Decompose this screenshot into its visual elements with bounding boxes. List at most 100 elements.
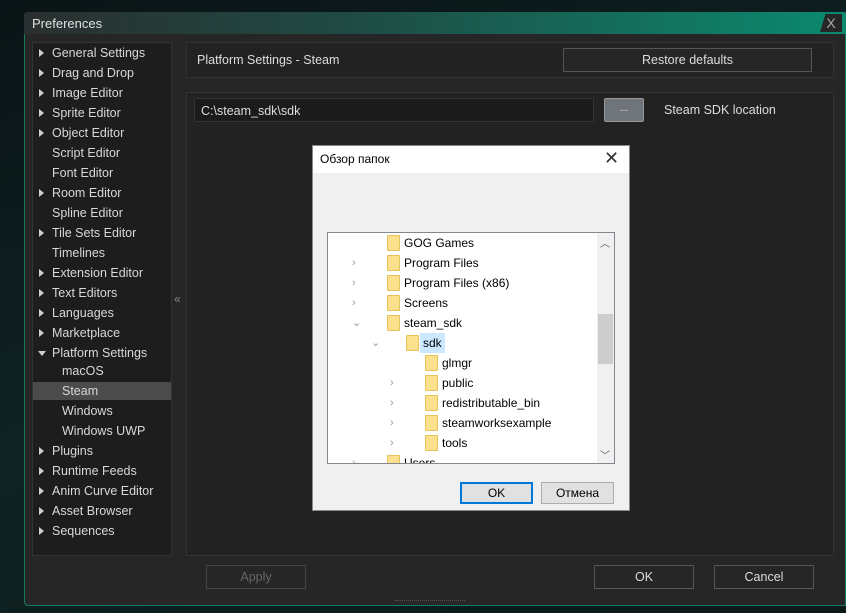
- expand-chevron-icon[interactable]: ›: [390, 433, 402, 453]
- sidebar-item-label: Spline Editor: [52, 206, 123, 220]
- ok-button[interactable]: OK: [594, 565, 694, 589]
- collapse-sidebar-button[interactable]: «: [174, 292, 181, 306]
- caret-down-icon[interactable]: [38, 351, 46, 356]
- folder-tree-item[interactable]: › redistributable_bin: [328, 393, 598, 413]
- sidebar-item[interactable]: Extension Editor: [33, 264, 171, 282]
- folder-label: Screens: [404, 296, 449, 310]
- folder-tree-item[interactable]: › Users: [328, 453, 598, 464]
- resize-grip[interactable]: [395, 600, 465, 603]
- sidebar-item-label: Font Editor: [52, 166, 114, 180]
- sidebar-item[interactable]: Marketplace: [33, 324, 171, 342]
- sidebar-item[interactable]: Script Editor: [33, 144, 171, 162]
- folder-tree-item[interactable]: › tools: [328, 433, 598, 453]
- sidebar-item-label: Platform Settings: [52, 346, 148, 360]
- sidebar-item[interactable]: Tile Sets Editor: [33, 224, 171, 242]
- expand-chevron-icon[interactable]: ›: [390, 373, 402, 393]
- window-title: Preferences: [24, 12, 846, 34]
- sidebar-item-label: Object Editor: [52, 126, 125, 140]
- sidebar-item[interactable]: Anim Curve Editor: [33, 482, 171, 500]
- caret-right-icon[interactable]: [39, 269, 44, 277]
- expand-chevron-icon[interactable]: ›: [390, 413, 402, 433]
- sidebar-item[interactable]: Runtime Feeds: [33, 462, 171, 480]
- browse-button[interactable]: ...: [604, 98, 644, 122]
- scrollbar-thumb[interactable]: [598, 314, 613, 364]
- caret-right-icon[interactable]: [39, 129, 44, 137]
- folder-tree-item[interactable]: › Program Files (x86): [328, 273, 598, 293]
- sidebar-item-label: General Settings: [52, 46, 146, 60]
- cancel-button[interactable]: Cancel: [714, 565, 814, 589]
- sidebar-item[interactable]: Languages: [33, 304, 171, 322]
- folder-icon: [387, 255, 400, 271]
- expand-chevron-icon[interactable]: ›: [352, 453, 364, 463]
- dialog-ok-button[interactable]: OK: [460, 482, 533, 504]
- sidebar-item[interactable]: Windows: [33, 402, 171, 420]
- folder-label: steam_sdk: [404, 316, 463, 330]
- folder-label: Users: [404, 456, 436, 464]
- sidebar-item[interactable]: Spline Editor: [33, 204, 171, 222]
- scroll-up-icon[interactable]: ︿: [600, 235, 610, 250]
- restore-defaults-button[interactable]: Restore defaults: [563, 48, 812, 72]
- folder-tree-item[interactable]: ⌄ steam_sdk: [328, 313, 598, 333]
- scroll-down-icon[interactable]: ﹀: [600, 447, 610, 462]
- sidebar-item[interactable]: Platform Settings: [33, 344, 171, 362]
- folder-icon: [425, 375, 438, 391]
- expand-chevron-icon[interactable]: ›: [390, 393, 402, 413]
- folder-tree-item[interactable]: › Program Files: [328, 253, 598, 273]
- caret-right-icon[interactable]: [39, 229, 44, 237]
- sidebar-item[interactable]: Drag and Drop: [33, 64, 171, 82]
- sidebar-item[interactable]: Sequences: [33, 522, 171, 540]
- collapse-chevron-icon[interactable]: ⌄: [352, 313, 364, 333]
- folder-tree-item[interactable]: › public: [328, 373, 598, 393]
- sidebar-item[interactable]: Sprite Editor: [33, 104, 171, 122]
- caret-right-icon[interactable]: [39, 189, 44, 197]
- sidebar-item[interactable]: Asset Browser: [33, 502, 171, 520]
- sidebar-item[interactable]: Windows UWP: [33, 422, 171, 440]
- folder-icon: [387, 275, 400, 291]
- expand-chevron-icon[interactable]: ›: [352, 293, 364, 313]
- sidebar-item[interactable]: Text Editors: [33, 284, 171, 302]
- sidebar-item-label: Script Editor: [52, 146, 121, 160]
- sidebar-item[interactable]: macOS: [33, 362, 171, 380]
- caret-right-icon[interactable]: [39, 89, 44, 97]
- caret-right-icon[interactable]: [39, 447, 44, 455]
- dialog-cancel-button[interactable]: Отмена: [541, 482, 614, 504]
- sidebar-item[interactable]: Steam: [33, 382, 171, 400]
- sidebar-item[interactable]: Font Editor: [33, 164, 171, 182]
- sidebar-item-label: Steam: [62, 384, 99, 398]
- sidebar-item[interactable]: Image Editor: [33, 84, 171, 102]
- sidebar-item[interactable]: Object Editor: [33, 124, 171, 142]
- collapse-chevron-icon[interactable]: ⌄: [371, 333, 383, 353]
- sidebar-item[interactable]: General Settings: [33, 44, 171, 62]
- folder-tree[interactable]: GOG Games › Program Files › Program Files (x…: [327, 232, 615, 464]
- apply-button[interactable]: Apply: [206, 565, 306, 589]
- caret-right-icon[interactable]: [39, 487, 44, 495]
- expand-chevron-icon[interactable]: ›: [352, 273, 364, 293]
- folder-tree-item[interactable]: › Screens: [328, 293, 598, 313]
- expand-chevron-icon[interactable]: ›: [352, 253, 364, 273]
- caret-right-icon[interactable]: [39, 69, 44, 77]
- folder-tree-item[interactable]: ⌄ sdk: [328, 333, 598, 353]
- folder-tree-item[interactable]: GOG Games: [328, 233, 598, 253]
- folder-label: tools: [442, 436, 468, 450]
- folder-tree-item[interactable]: › steamworksexample: [328, 413, 598, 433]
- sdk-path-input[interactable]: C:\steam_sdk\sdk: [194, 98, 594, 122]
- sidebar-item-label: Asset Browser: [52, 504, 133, 518]
- caret-right-icon[interactable]: [39, 527, 44, 535]
- folder-tree-item[interactable]: glmgr: [328, 353, 598, 373]
- folder-label: Program Files (x86): [404, 276, 510, 290]
- caret-right-icon[interactable]: [39, 309, 44, 317]
- caret-right-icon[interactable]: [39, 109, 44, 117]
- caret-right-icon[interactable]: [39, 467, 44, 475]
- caret-right-icon[interactable]: [39, 289, 44, 297]
- caret-right-icon[interactable]: [39, 49, 44, 57]
- folder-icon: [425, 395, 438, 411]
- sidebar-item[interactable]: Plugins: [33, 442, 171, 460]
- caret-right-icon[interactable]: [39, 329, 44, 337]
- sdk-location-label: Steam SDK location: [664, 103, 776, 117]
- folder-label: redistributable_bin: [442, 396, 541, 410]
- sidebar-item[interactable]: Room Editor: [33, 184, 171, 202]
- sidebar-item[interactable]: Timelines: [33, 244, 171, 262]
- dialog-close-icon[interactable]: ✕: [604, 148, 619, 169]
- preferences-sidebar: General Settings Drag and Drop Image Edito…: [32, 42, 172, 556]
- caret-right-icon[interactable]: [39, 507, 44, 515]
